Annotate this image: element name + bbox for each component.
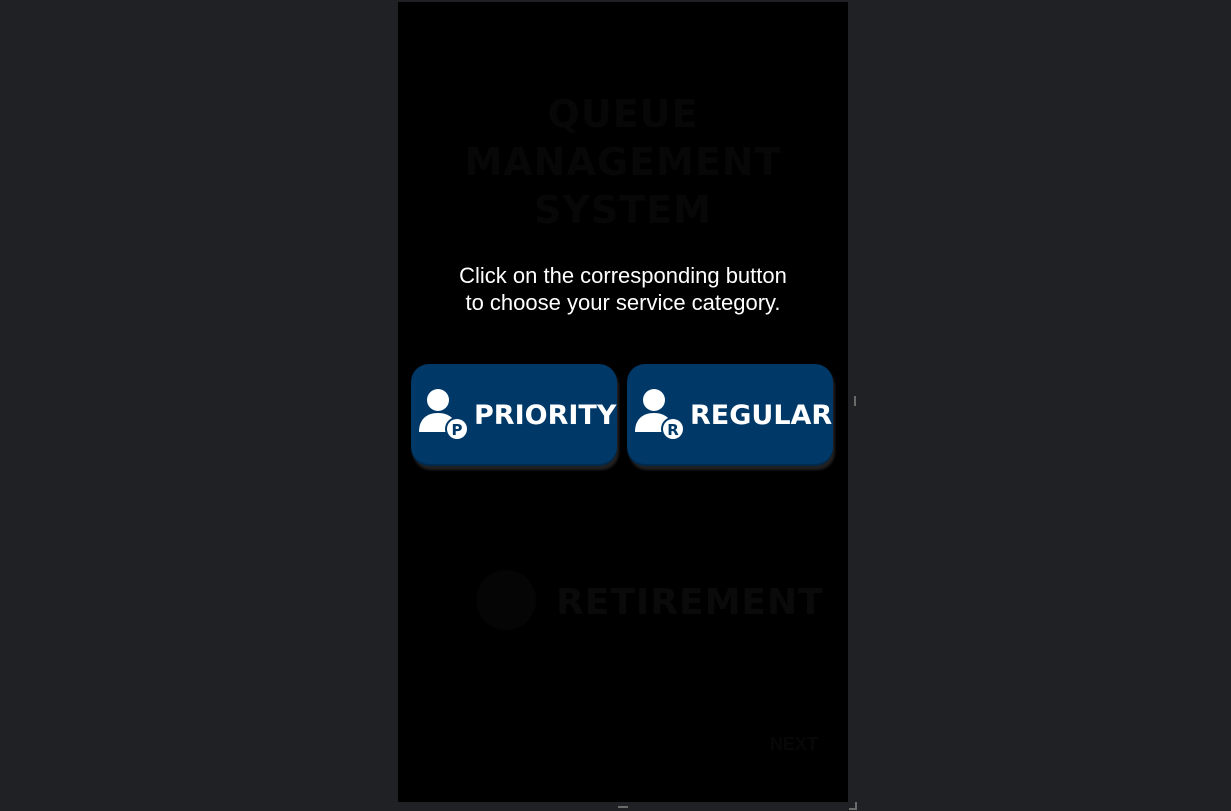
instruction-line-1: Click on the corresponding button	[459, 263, 787, 288]
person-priority-icon: P	[418, 388, 470, 442]
svg-text:P: P	[452, 421, 463, 439]
resize-handle-right[interactable]	[854, 396, 856, 406]
background-retirement-option: RETIREMENT	[446, 560, 823, 650]
background-footer-text: NEXT	[769, 734, 818, 754]
background-retirement-label: RETIREMENT	[556, 582, 824, 623]
instruction-line-2: to choose your service category.	[465, 290, 781, 315]
background-title-line1: QUEUE MANAGEMENT	[464, 92, 782, 184]
background-title-line2: SYSTEM	[534, 188, 712, 232]
priority-button[interactable]: P PRIORITY	[411, 364, 617, 466]
regular-button-label: REGULAR	[690, 399, 833, 431]
regular-button[interactable]: R REGULAR	[627, 364, 833, 466]
svg-text:R: R	[667, 421, 679, 439]
resize-handle-bottom[interactable]	[618, 806, 628, 808]
background-retirement-icon	[476, 570, 536, 630]
kiosk-screen: QUEUE MANAGEMENT SYSTEM RETIREMENT NEXT …	[398, 2, 848, 802]
background-title: QUEUE MANAGEMENT SYSTEM	[398, 90, 848, 234]
person-regular-icon: R	[634, 388, 686, 442]
resize-handle-corner[interactable]	[849, 802, 857, 810]
priority-button-label: PRIORITY	[474, 399, 617, 431]
instruction-text: Click on the corresponding button to cho…	[398, 262, 848, 316]
